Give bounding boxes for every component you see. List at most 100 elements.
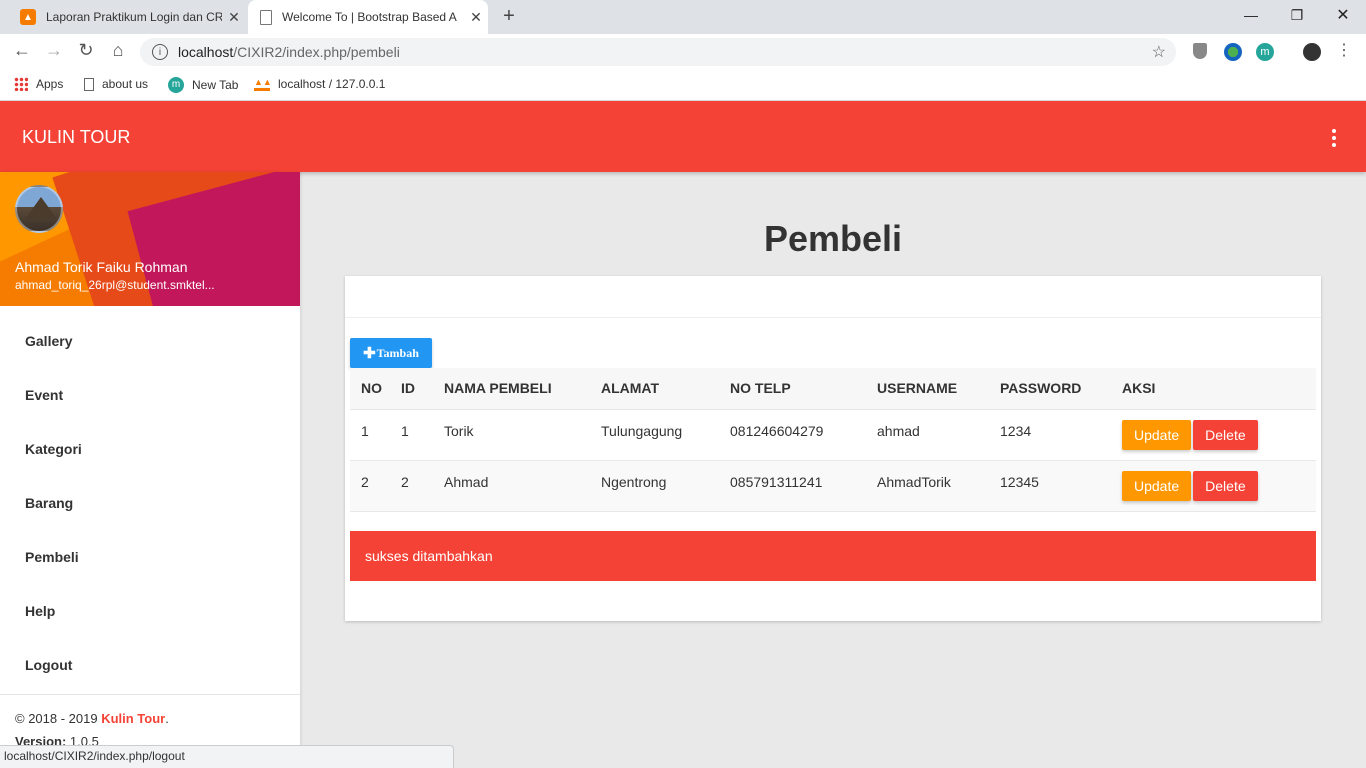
home-icon[interactable]: ⌂	[106, 40, 130, 61]
plus-icon: ✚	[363, 345, 376, 362]
cell-nama: Torik	[433, 409, 590, 461]
bookmark-label: New Tab	[192, 78, 239, 92]
sidebar-item-event[interactable]: Event	[0, 368, 300, 422]
update-button[interactable]: Update	[1122, 470, 1192, 501]
footer-dot: .	[165, 711, 169, 726]
sidebar-item-help[interactable]: Help	[0, 584, 300, 638]
copyright: © 2018 - 2019 Kulin Tour.	[15, 711, 285, 726]
tambah-label: Tambah	[376, 345, 419, 360]
browser-tab-2[interactable]: Welcome To | Bootstrap Based A ✕	[248, 0, 488, 34]
close-tab-icon[interactable]: ✕	[222, 9, 246, 26]
sidebar-item-kategori[interactable]: Kategori	[0, 422, 300, 476]
avatar[interactable]	[15, 185, 63, 233]
pembeli-table: NO ID NAMA PEMBELI ALAMAT NO TELP USERNA…	[350, 368, 1316, 512]
profile-avatar-icon[interactable]	[1303, 43, 1321, 61]
cell-no: 1	[350, 409, 390, 461]
url-host: localhost	[178, 44, 234, 60]
sidebar-item-gallery[interactable]: Gallery	[0, 314, 300, 368]
browser-tab-1[interactable]: ▲ Laporan Praktikum Login dan CR ✕	[8, 0, 246, 34]
reload-icon[interactable]: ↻	[74, 40, 98, 61]
page-favicon-icon	[260, 9, 272, 25]
col-alamat: ALAMAT	[590, 368, 719, 410]
sidebar-item-barang[interactable]: Barang	[0, 476, 300, 530]
more-vert-icon[interactable]	[1332, 129, 1338, 150]
bookmark-label: about us	[102, 77, 149, 91]
link-status-bar: localhost/CIXIR2/index.php/logout	[0, 745, 454, 768]
col-telp: NO TELP	[719, 368, 866, 410]
address-bar[interactable]: i localhost/CIXIR2/index.php/pembeli ☆	[140, 38, 1176, 66]
cell-aksi: Update Delete	[1111, 409, 1316, 461]
table-header-row: NO ID NAMA PEMBELI ALAMAT NO TELP USERNA…	[350, 368, 1316, 410]
phpmyadmin-icon: ▲▲	[254, 77, 272, 91]
delete-button[interactable]: Delete	[1193, 470, 1258, 501]
blogger-favicon-icon: ▲	[20, 9, 36, 25]
back-icon[interactable]: ←	[10, 40, 34, 61]
user-info-panel: Ahmad Torik Faiku Rohman ahmad_toriq_26r…	[0, 172, 300, 306]
bookmark-apps[interactable]: Apps	[14, 77, 63, 91]
page-icon	[84, 77, 94, 91]
bookmark-label: localhost / 127.0.0.1	[278, 77, 386, 91]
delete-button[interactable]: Delete	[1193, 419, 1258, 450]
m-extension-icon[interactable]: m	[1256, 43, 1274, 61]
col-nama: NAMA PEMBELI	[433, 368, 590, 410]
bookmark-new-tab[interactable]: m New Tab	[168, 77, 238, 93]
copyright-text: © 2018 - 2019	[15, 711, 102, 726]
bookmarks-bar: Apps about us m New Tab ▲▲ localhost / 1…	[0, 70, 1366, 101]
cell-no: 2	[350, 460, 390, 512]
col-aksi: AKSI	[1111, 368, 1316, 410]
user-email: ahmad_toriq_26rpl@student.smktel...	[15, 278, 215, 292]
url-path: /CIXIR2/index.php/pembeli	[233, 44, 400, 60]
apps-grid-icon	[14, 77, 28, 91]
page-title: Pembeli	[763, 218, 903, 259]
cell-password: 12345	[989, 460, 1111, 512]
tab-title: Welcome To | Bootstrap Based A	[282, 10, 457, 24]
update-button[interactable]: Update	[1122, 419, 1192, 450]
user-name: Ahmad Torik Faiku Rohman	[15, 259, 188, 275]
forward-icon[interactable]: →	[42, 40, 66, 61]
sidebar-menu: Gallery Event Kategori Barang Pembeli He…	[0, 306, 300, 692]
info-icon[interactable]: i	[152, 44, 168, 60]
new-tab-button[interactable]: +	[498, 5, 520, 28]
globe-extension-icon[interactable]	[1224, 43, 1242, 61]
table-row: 2 2 Ahmad Ngentrong 085791311241 AhmadTo…	[350, 460, 1316, 512]
app-header: KULIN TOUR	[0, 101, 1366, 172]
close-tab-icon[interactable]: ✕	[464, 9, 488, 26]
cell-nama: Ahmad	[433, 460, 590, 512]
cell-id: 1	[390, 409, 433, 461]
sidebar-item-logout[interactable]: Logout	[0, 638, 300, 692]
col-password: PASSWORD	[989, 368, 1111, 410]
shield-extension-icon[interactable]	[1193, 43, 1207, 59]
restore-icon[interactable]: ❐	[1274, 0, 1320, 30]
cell-username: AhmadTorik	[866, 460, 989, 512]
col-no: NO	[350, 368, 390, 410]
sidebar: Ahmad Torik Faiku Rohman ahmad_toriq_26r…	[0, 172, 300, 768]
col-username: USERNAME	[866, 368, 989, 410]
cell-telp: 081246604279	[719, 409, 866, 461]
tambah-button[interactable]: ✚ Tambah	[350, 338, 432, 368]
browser-menu-icon[interactable]: ⋮	[1332, 40, 1356, 60]
pembeli-card: ✚ Tambah NO ID NAMA PEMBELI ALAMAT NO TEL…	[345, 276, 1321, 621]
cell-username: ahmad	[866, 409, 989, 461]
card-header	[345, 276, 1321, 318]
cell-id: 2	[390, 460, 433, 512]
cell-alamat: Ngentrong	[590, 460, 719, 512]
browser-toolbar: ← → ↻ ⌂ i localhost/CIXIR2/index.php/pem…	[0, 34, 1366, 70]
window-close-icon[interactable]: ✕	[1320, 0, 1366, 30]
cell-telp: 085791311241	[719, 460, 866, 512]
bookmark-phpmyadmin[interactable]: ▲▲ localhost / 127.0.0.1	[254, 77, 385, 91]
browser-tab-bar: ▲ Laporan Praktikum Login dan CR ✕ Welco…	[0, 0, 1366, 34]
table-row: 1 1 Torik Tulungagung 081246604279 ahmad…	[350, 409, 1316, 461]
success-alert: sukses ditambahkan	[350, 531, 1316, 581]
bookmark-label: Apps	[36, 77, 64, 91]
col-id: ID	[390, 368, 433, 410]
m-icon: m	[168, 77, 184, 93]
app-brand[interactable]: KULIN TOUR	[22, 127, 130, 148]
bookmark-about-us[interactable]: about us	[84, 77, 148, 91]
minimize-icon[interactable]: —	[1228, 0, 1274, 30]
footer-brand-link[interactable]: Kulin Tour	[101, 711, 165, 726]
sidebar-item-pembeli[interactable]: Pembeli	[0, 530, 300, 584]
bookmark-star-icon[interactable]: ☆	[1152, 42, 1166, 62]
cell-password: 1234	[989, 409, 1111, 461]
tab-title: Laporan Praktikum Login dan CR	[46, 10, 222, 24]
cell-aksi: Update Delete	[1111, 460, 1316, 512]
